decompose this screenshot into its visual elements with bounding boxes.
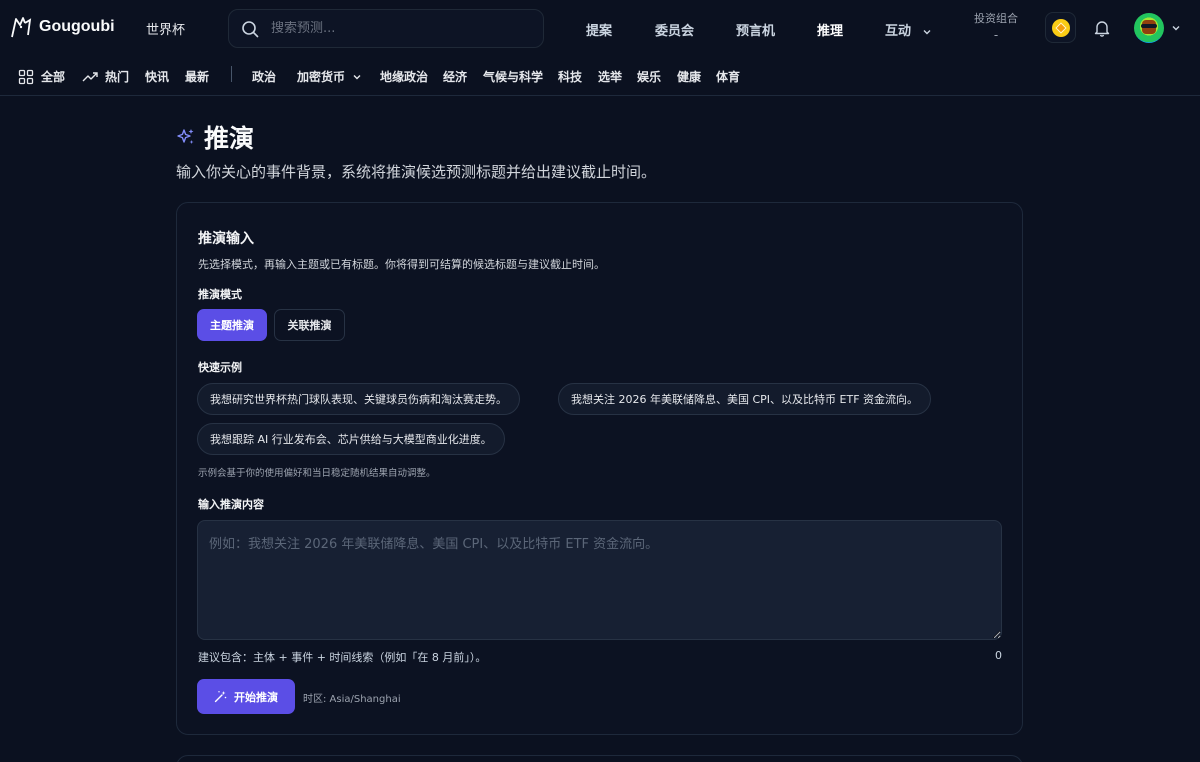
worldcup-link[interactable]: 世界杯 bbox=[146, 19, 185, 38]
category-latest[interactable]: 最新 bbox=[185, 68, 209, 85]
chevron-down-icon bbox=[353, 74, 361, 79]
card-title: 推演输入 bbox=[198, 231, 254, 247]
timezone-label: 时区: Asia/Shanghai bbox=[303, 694, 401, 705]
category-flash[interactable]: 快讯 bbox=[145, 68, 169, 85]
page-subtitle: 输入你关心的事件背景，系统将推演候选预测标题并给出建议截止时间。 bbox=[176, 163, 657, 181]
category-tech[interactable]: 科技 bbox=[558, 68, 582, 85]
category-hot[interactable]: 热门 bbox=[82, 68, 129, 85]
page-title: 推演 bbox=[176, 119, 254, 155]
card-description: 先选择模式，再输入主题或已有标题。你将得到可结算的候选标题与建议截止时间。 bbox=[198, 258, 605, 271]
token-button[interactable] bbox=[1045, 12, 1076, 43]
category-geopolitics[interactable]: 地缘政治 bbox=[380, 68, 428, 85]
category-entertainment[interactable]: 娱乐 bbox=[637, 68, 661, 85]
nav-inference[interactable]: 推理 bbox=[817, 20, 843, 39]
example-chip-fed-cpi-btc[interactable]: 我想关注 2026 年美联储降息、美国 CPI、以及比特币 ETF 资金流向。 bbox=[558, 383, 932, 415]
category-hot-label: 热门 bbox=[105, 70, 130, 84]
trending-up-icon bbox=[82, 71, 98, 81]
mode-related-button[interactable]: 关联推演 bbox=[274, 309, 345, 341]
inference-input-card: 推演输入 先选择模式，再输入主题或已有标题。你将得到可结算的候选标题与建议截止时… bbox=[176, 202, 1023, 735]
coin-icon bbox=[1051, 18, 1070, 37]
brand-logo[interactable]: Gougoubi bbox=[10, 15, 115, 39]
nav-proposals[interactable]: 提案 bbox=[586, 20, 612, 39]
search-box[interactable] bbox=[228, 9, 544, 48]
category-all-label: 全部 bbox=[41, 70, 66, 84]
magic-wand-icon bbox=[214, 691, 227, 703]
inference-textarea[interactable] bbox=[197, 520, 1002, 640]
input-label: 输入推演内容 bbox=[198, 498, 264, 511]
example-chip-worldcup[interactable]: 我想研究世界杯热门球队表现、关键球员伤病和淘汰赛走势。 bbox=[197, 383, 520, 415]
page-title-text: 推演 bbox=[204, 124, 255, 153]
category-economy[interactable]: 经济 bbox=[443, 68, 467, 85]
category-divider bbox=[231, 66, 232, 82]
brand-name: Gougoubi bbox=[39, 18, 115, 35]
top-navigation-bar: Gougoubi 世界杯 提案 委员会 预言机 推理 互动 投资组合 - bbox=[0, 0, 1200, 56]
category-all[interactable]: 全部 bbox=[18, 68, 65, 85]
user-avatar[interactable] bbox=[1134, 13, 1164, 43]
chevron-down-icon bbox=[923, 29, 931, 34]
nav-interaction[interactable]: 互动 bbox=[885, 20, 932, 39]
category-sports[interactable]: 体育 bbox=[716, 68, 740, 85]
portfolio-label: 投资组合 bbox=[974, 12, 1018, 25]
examples-label: 快速示例 bbox=[198, 361, 242, 374]
category-politics[interactable]: 政治 bbox=[252, 68, 276, 85]
nav-oracle[interactable]: 预言机 bbox=[736, 20, 775, 39]
category-elections[interactable]: 选举 bbox=[598, 68, 622, 85]
char-counter: 0 bbox=[995, 649, 1002, 662]
search-icon bbox=[242, 20, 259, 37]
bell-icon[interactable] bbox=[1093, 19, 1111, 37]
search-input[interactable] bbox=[271, 21, 521, 36]
category-bar: 全部 热门 快讯 最新 政治 加密货币 地缘政治 经济 气候与科学 科技 选举 … bbox=[0, 56, 1200, 96]
dog-logo-icon bbox=[11, 17, 32, 38]
examples-hint: 示例会基于你的使用偏好和当日稳定随机结果自动调整。 bbox=[198, 468, 436, 479]
results-card bbox=[176, 755, 1023, 762]
category-health[interactable]: 健康 bbox=[677, 68, 701, 85]
portfolio-summary[interactable]: 投资组合 - bbox=[968, 10, 1024, 42]
example-chip-ai-industry[interactable]: 我想跟踪 AI 行业发布会、芯片供给与大模型商业化进度。 bbox=[197, 423, 505, 455]
nav-committee[interactable]: 委员会 bbox=[655, 20, 694, 39]
chevron-down-icon[interactable] bbox=[1171, 23, 1181, 33]
nav-interaction-label: 互动 bbox=[885, 24, 912, 39]
category-crypto-label: 加密货币 bbox=[297, 70, 346, 84]
start-inference-label: 开始推演 bbox=[234, 690, 278, 704]
mode-topic-button[interactable]: 主题推演 bbox=[197, 309, 267, 341]
grid-icon bbox=[18, 69, 34, 84]
sparkles-icon bbox=[177, 129, 194, 144]
input-suggestion: 建议包含：主体 + 事件 + 时间线索（例如「在 8 月前」）。 bbox=[198, 651, 487, 664]
category-crypto[interactable]: 加密货币 bbox=[297, 68, 362, 85]
start-inference-button[interactable]: 开始推演 bbox=[197, 679, 295, 714]
portfolio-value: - bbox=[993, 28, 999, 42]
mode-label: 推演模式 bbox=[198, 288, 242, 301]
category-climate-science[interactable]: 气候与科学 bbox=[483, 68, 543, 85]
